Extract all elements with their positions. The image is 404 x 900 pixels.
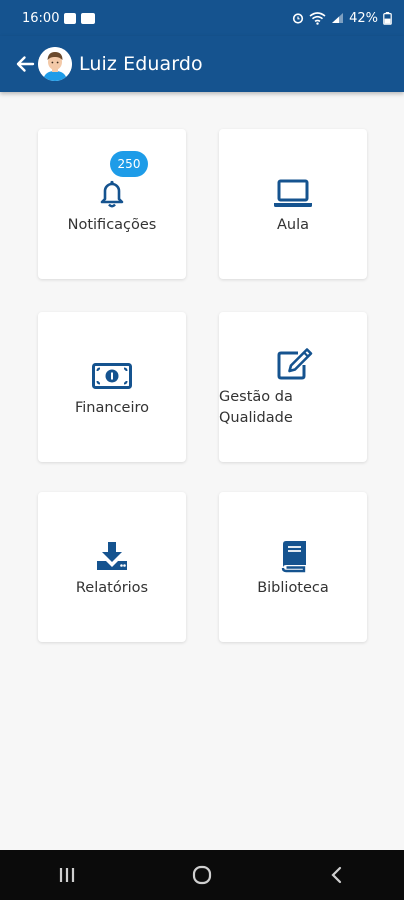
recent-apps-icon (60, 868, 75, 882)
money-icon (92, 358, 132, 394)
status-bar-left: 16:00 (22, 10, 96, 26)
recent-apps-button[interactable] (37, 855, 97, 895)
notifications-card[interactable]: 250 Notificações (38, 129, 186, 279)
financeiro-card[interactable]: Financeiro (38, 312, 186, 462)
avatar[interactable] (38, 47, 72, 81)
status-bar-right: 42% (292, 11, 392, 26)
user-name-title: Luiz Eduardo (79, 53, 203, 75)
notifications-label: Notificações (67, 217, 157, 233)
signal-icon (332, 13, 344, 23)
user-avatar-icon (38, 47, 72, 81)
gallery-notification-icon (64, 12, 77, 24)
system-navigation-bar (0, 850, 404, 900)
relatorios-card[interactable]: Relatórios (38, 492, 186, 642)
arrow-left-icon (16, 56, 35, 72)
aula-label: Aula (276, 217, 310, 233)
biblioteca-card[interactable]: Biblioteca (219, 492, 367, 642)
relatorios-label: Relatórios (75, 580, 149, 596)
app-bar: Luiz Eduardo (0, 36, 404, 92)
gestao-qualidade-card[interactable]: Gestão da Qualidade (219, 312, 367, 462)
home-icon (192, 865, 212, 885)
app-notification-icon (81, 12, 96, 24)
home-button[interactable] (172, 855, 232, 895)
download-icon (92, 538, 132, 574)
laptop-icon (273, 175, 313, 211)
battery-percent: 42% (349, 10, 378, 26)
bell-icon (92, 175, 132, 211)
chevron-left-icon (331, 866, 341, 884)
back-nav-button[interactable] (307, 855, 367, 895)
alarm-icon (292, 13, 304, 24)
status-bar: 16:00 42% (0, 0, 404, 36)
gestao-qualidade-label-line-1: Gestão da (219, 389, 293, 405)
aula-card[interactable]: Aula (219, 129, 367, 279)
gestao-qualidade-label-line-2: Qualidade (219, 410, 293, 426)
book-icon (273, 538, 313, 574)
battery-icon (383, 11, 392, 25)
biblioteca-label: Biblioteca (257, 580, 329, 596)
edit-icon (275, 346, 315, 382)
back-button[interactable] (14, 53, 36, 75)
wifi-icon (309, 11, 326, 25)
gestao-qualidade-label: Gestão da Qualidade (219, 387, 367, 429)
financeiro-label: Financeiro (74, 400, 149, 416)
status-time: 16:00 (22, 10, 60, 26)
notifications-badge: 250 (110, 151, 148, 177)
